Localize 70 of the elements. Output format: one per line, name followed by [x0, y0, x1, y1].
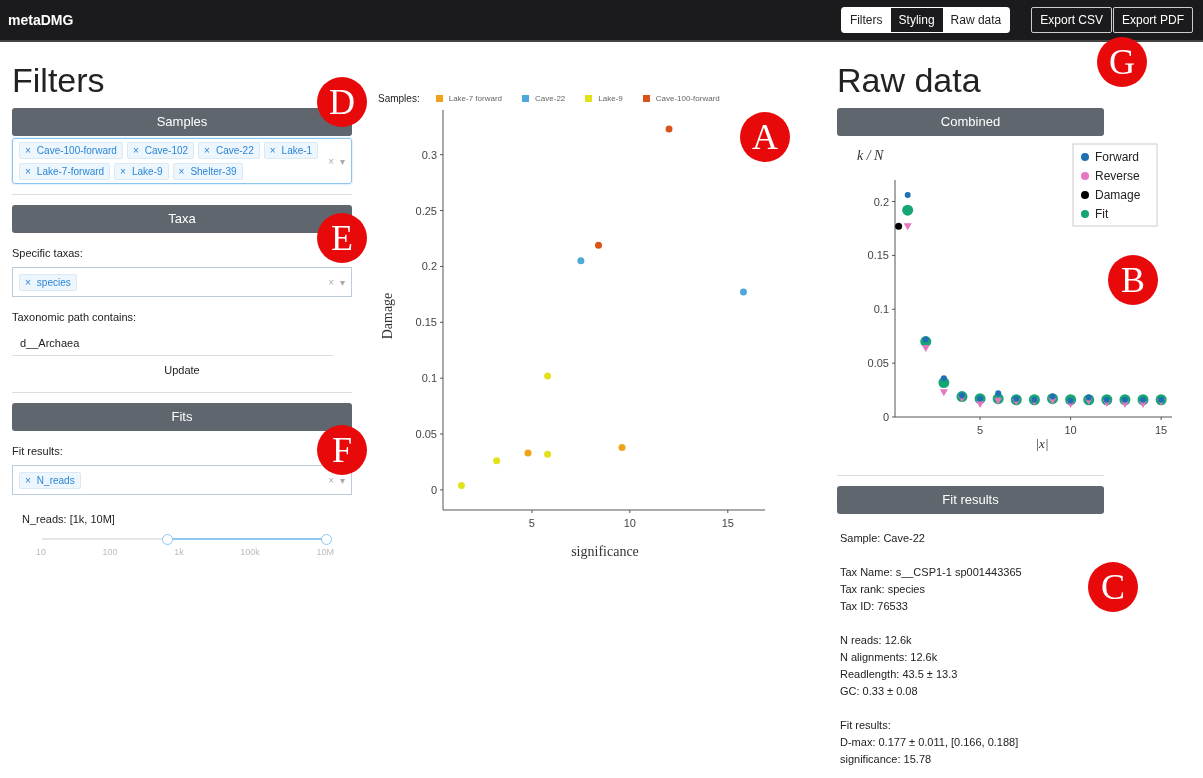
- chip-label: Lake-9: [131, 166, 163, 177]
- tick-label: 10: [36, 547, 46, 557]
- info-line: Tax Name: s__CSP1-1 sp001443365: [840, 565, 1023, 580]
- axis-title: Damage: [380, 292, 395, 340]
- legend-label: Lake-9: [598, 93, 623, 103]
- info-line: Tax rank: species: [840, 582, 926, 597]
- axis-title: k / N: [857, 148, 884, 163]
- page-title: Raw data: [837, 60, 982, 100]
- legend-label: Damage: [1095, 188, 1141, 202]
- info-line: Fit results:: [840, 718, 892, 733]
- chip-label: Lake-1: [281, 145, 313, 156]
- chip-label: species: [36, 276, 71, 288]
- tick-label: 10: [1064, 424, 1077, 436]
- info-line: D-max: 0.177 ± 0.011, [0.166, 0.188]: [840, 735, 1020, 750]
- chip-label: Cave-22: [215, 145, 254, 156]
- axis-title: |x|: [1035, 436, 1049, 451]
- tick-label: 0: [882, 411, 889, 423]
- legend-label: Fit: [1095, 207, 1109, 221]
- info-line: Readlength: 43.5 ± 13.3: [840, 667, 959, 682]
- axis-title: significance: [571, 544, 639, 559]
- legend-label: Lake-7 forward: [448, 93, 503, 103]
- chip-label: Shelter-39: [190, 166, 237, 177]
- field-label: Specific taxas:: [12, 247, 84, 259]
- tick-label: 1k: [174, 547, 184, 557]
- tick-label: 0.15: [867, 249, 889, 262]
- legend-label: Cave-22: [535, 93, 566, 103]
- callout-marker: B: [1108, 255, 1158, 305]
- section-header: Fits: [12, 403, 352, 431]
- tick-label: 0.15: [415, 316, 437, 329]
- callout-marker: G: [1097, 37, 1147, 87]
- legend-label: Cave-100-forward: [655, 93, 720, 103]
- tick-label: 0.2: [873, 195, 889, 208]
- section-header: Combined: [837, 108, 1104, 136]
- tick-label: 100k: [240, 547, 260, 557]
- chip-label: Cave-102: [144, 145, 189, 156]
- info-line: N reads: 12.6k: [840, 633, 913, 648]
- tick-label: 5: [977, 424, 984, 436]
- tick-label: 0.05: [867, 357, 889, 370]
- info-line: N alignments: 12.6k: [840, 650, 939, 665]
- tick-label: 5: [528, 517, 535, 529]
- info-line: GC: 0.33 ± 0.08: [840, 684, 919, 699]
- tick-label: 10: [623, 517, 636, 529]
- info-line: Tax ID: 76533: [840, 599, 909, 614]
- tick-label: 0.25: [415, 204, 437, 217]
- slider-label: N_reads: [1k, 10M]: [22, 513, 116, 525]
- tick-label: 0.2: [421, 260, 437, 273]
- chip-label: N_reads: [36, 474, 75, 486]
- section-header: Fit results: [837, 486, 1104, 514]
- tick-label: 10M: [316, 547, 334, 557]
- callout-marker: C: [1088, 562, 1138, 612]
- page-title: Filters: [12, 60, 106, 100]
- legend-title: Samples:: [378, 92, 420, 104]
- callout-marker: A: [740, 112, 790, 162]
- tick-label: 100: [102, 547, 118, 557]
- app-title: metaDMG: [8, 12, 75, 28]
- legend-label: Reverse: [1095, 169, 1140, 183]
- field-label: Taxonomic path contains:: [12, 311, 138, 323]
- tick-label: 0.1: [873, 303, 889, 316]
- info-line: Sample: Cave-22: [840, 531, 926, 546]
- tick-label: 0.1: [421, 372, 437, 385]
- chip-label: Lake-7-forward: [36, 166, 105, 177]
- tick-label: 15: [1155, 424, 1168, 436]
- tick-label: 0.05: [415, 428, 437, 440]
- info-line: significance: 15.78: [840, 752, 933, 767]
- tick-label: 15: [721, 517, 734, 529]
- chip-label: Cave-100-forward: [36, 145, 117, 156]
- tick-label: 0.3: [421, 148, 437, 161]
- tick-label: 0: [430, 483, 437, 496]
- callout-marker: F: [317, 425, 367, 475]
- legend-label: Forward: [1095, 150, 1139, 164]
